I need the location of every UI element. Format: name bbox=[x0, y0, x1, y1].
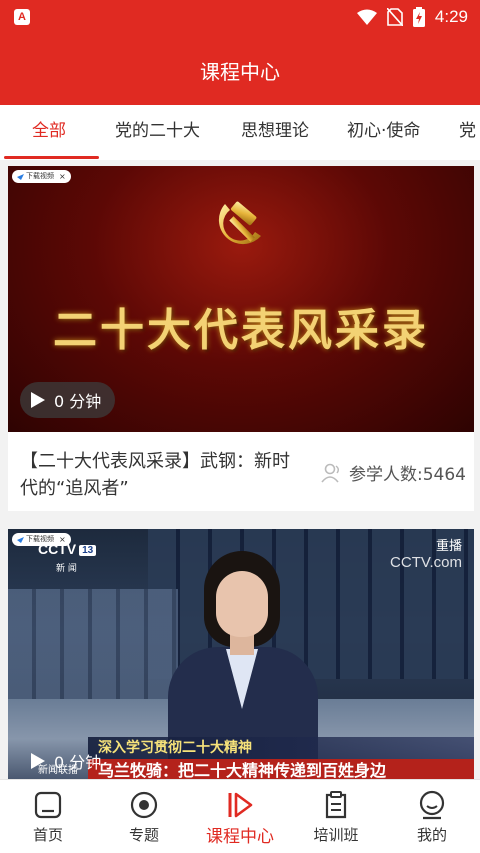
status-time: 4:29 bbox=[434, 7, 468, 26]
topic-icon bbox=[130, 791, 158, 819]
play-duration-button[interactable]: 0 分钟 bbox=[20, 743, 115, 779]
course-card[interactable]: 下载视频 × 二十大代表风采录 0 分钟 【二十大代表风采录】武钢：新时代的“追… bbox=[8, 166, 474, 511]
play-icon bbox=[31, 753, 45, 769]
nav-course-center[interactable]: 课程中心 bbox=[192, 780, 288, 853]
tab-party-20th-congress[interactable]: 党的二十大 bbox=[115, 105, 200, 160]
close-icon[interactable]: × bbox=[59, 170, 66, 183]
app-notification-icon: A bbox=[14, 9, 30, 25]
wifi-icon bbox=[356, 9, 377, 25]
replay-label: 重播 bbox=[435, 538, 462, 553]
duration-label: 0 分钟 bbox=[54, 753, 102, 772]
banner-title: 二十大代表风采录 bbox=[53, 305, 429, 356]
nav-training[interactable]: 培训班 bbox=[288, 780, 384, 853]
no-sim-icon bbox=[386, 8, 403, 26]
nav-course-center-label: 课程中心 bbox=[206, 827, 274, 847]
status-right-cluster: 4:29 bbox=[356, 4, 468, 30]
learner-count: 参学人数:5464 bbox=[321, 460, 466, 485]
tab-party-more[interactable]: 党 bbox=[459, 105, 476, 160]
cctv-channel-sub: 新 闻 bbox=[56, 564, 77, 574]
download-video-badge: 下载视频 × bbox=[12, 170, 71, 183]
cctv-site-watermark: CCTV.com bbox=[390, 554, 462, 571]
replay-badge: 重播 CCTV.com bbox=[390, 535, 462, 571]
tab-ideology-theory[interactable]: 思想理论 bbox=[241, 105, 309, 160]
course-title[interactable]: 【二十大代表风采录】武钢：新时代的“追风者” bbox=[20, 448, 305, 502]
status-bar: A 4:29 bbox=[0, 0, 480, 34]
nav-topics-label: 专题 bbox=[128, 826, 159, 844]
news-headline-bottom: 乌兰牧骑：把二十大精神传递到百姓身边 bbox=[88, 759, 474, 779]
course-play-icon bbox=[228, 792, 253, 818]
source-badge-label: 下载视频 bbox=[26, 172, 54, 180]
bird-logo-icon bbox=[17, 173, 24, 180]
play-icon bbox=[31, 392, 45, 408]
page-title: 课程中心 bbox=[200, 60, 280, 84]
learner-count-label: 参学人数:5464 bbox=[349, 465, 466, 485]
person-icon bbox=[321, 463, 339, 483]
nav-profile[interactable]: 我的 bbox=[384, 780, 480, 853]
bird-logo-icon bbox=[17, 536, 24, 543]
news-headline-top: 深入学习贯彻二十大精神 bbox=[88, 737, 474, 759]
battery-charging-icon bbox=[412, 7, 425, 27]
party-emblem-icon bbox=[218, 201, 261, 245]
home-icon bbox=[34, 791, 62, 819]
category-tabs: 全部 党的二十大 思想理论 初心·使命 党 bbox=[0, 105, 480, 160]
bottom-navigation: 首页 专题 课程中心 培训班 我的 bbox=[0, 779, 480, 853]
nav-profile-label: 我的 bbox=[416, 826, 447, 844]
tab-original-aspiration-mission[interactable]: 初心·使命 bbox=[347, 105, 420, 160]
play-duration-button[interactable]: 0 分钟 bbox=[20, 382, 116, 418]
tab-all[interactable]: 全部 bbox=[32, 105, 66, 160]
course-thumbnail[interactable]: 下载视频 × CCTV 13 新 闻 重播 CCTV.com 深入学习贯彻二十大精… bbox=[8, 529, 474, 779]
nav-home-label: 首页 bbox=[32, 826, 63, 844]
nav-training-label: 培训班 bbox=[313, 826, 359, 844]
active-tab-indicator bbox=[4, 156, 99, 159]
course-card[interactable]: 下载视频 × CCTV 13 新 闻 重播 CCTV.com 深入学习贯彻二十大精… bbox=[8, 529, 474, 779]
cctv-channel-logo: CCTV 13 bbox=[38, 541, 97, 557]
nav-home[interactable]: 首页 bbox=[0, 780, 96, 853]
nav-topics[interactable]: 专题 bbox=[96, 780, 192, 853]
duration-label: 0 分钟 bbox=[54, 392, 102, 411]
app-header: 课程中心 bbox=[0, 34, 480, 105]
profile-icon bbox=[419, 790, 445, 820]
news-anchor-face bbox=[216, 571, 268, 637]
course-thumbnail[interactable]: 下载视频 × 二十大代表风采录 0 分钟 bbox=[8, 166, 474, 432]
training-icon bbox=[325, 791, 347, 819]
studio-monitors-left bbox=[8, 589, 178, 709]
